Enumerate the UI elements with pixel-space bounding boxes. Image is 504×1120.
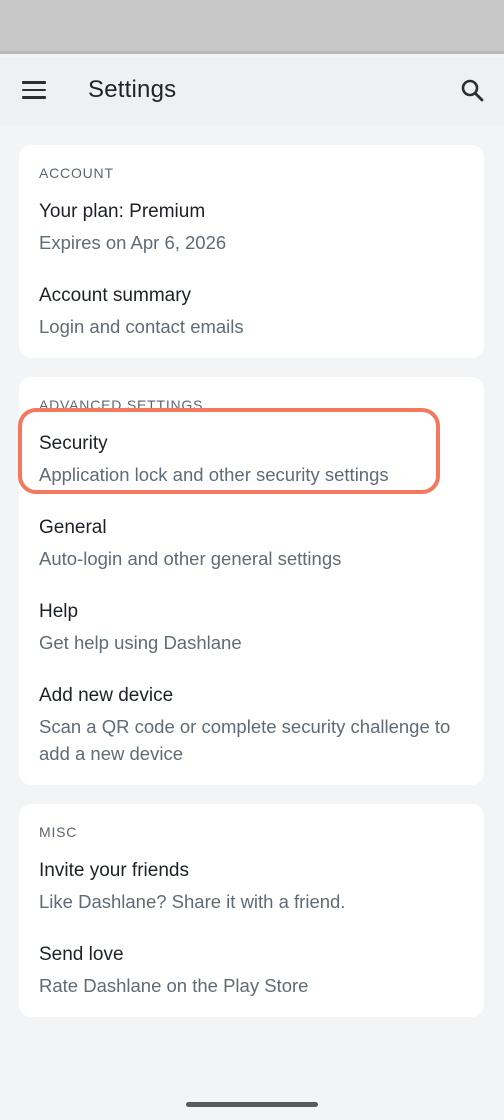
settings-item-send-love[interactable]: Send love Rate Dashlane on the Play Stor…: [39, 943, 464, 999]
item-title: Invite your friends: [39, 860, 189, 881]
item-title: Security: [39, 433, 108, 454]
item-subtitle: Login and contact emails: [39, 316, 244, 337]
settings-list: ACCOUNT Your plan: Premium Expires on Ap…: [18, 145, 484, 1036]
hamburger-menu-icon[interactable]: [22, 81, 46, 99]
account-section: ACCOUNT Your plan: Premium Expires on Ap…: [19, 145, 484, 358]
item-title: Your plan: Premium: [39, 201, 206, 222]
settings-item-security[interactable]: Security Application lock and other secu…: [18, 408, 464, 494]
item-title: Add new device: [39, 685, 174, 706]
item-subtitle: Get help using Dashlane: [39, 632, 242, 653]
item-title: Help: [39, 601, 79, 622]
settings-item-help[interactable]: Help Get help using Dashlane: [39, 600, 464, 656]
advanced-settings-section: ADVANCED SETTINGS Security Application l…: [18, 377, 484, 785]
settings-item-invite-friends[interactable]: Invite your friends Like Dashlane? Share…: [39, 859, 464, 915]
settings-item-general[interactable]: General Auto-login and other general set…: [39, 516, 464, 572]
item-title: Send love: [39, 944, 124, 965]
item-subtitle: Rate Dashlane on the Play Store: [39, 975, 309, 996]
item-subtitle: Expires on Apr 6, 2026: [39, 232, 227, 253]
app-bar: Settings: [0, 57, 504, 125]
status-bar: [0, 0, 504, 54]
search-icon[interactable]: [459, 77, 487, 105]
section-label-advanced: ADVANCED SETTINGS: [39, 397, 204, 413]
item-subtitle: Auto-login and other general settings: [39, 548, 342, 569]
home-indicator[interactable]: [186, 1102, 318, 1107]
section-label-misc: MISC: [39, 824, 78, 840]
item-title: Account summary: [39, 285, 192, 306]
item-subtitle: Scan a QR code or complete security chal…: [39, 716, 451, 764]
settings-item-plan[interactable]: Your plan: Premium Expires on Apr 6, 202…: [39, 200, 464, 256]
misc-section: MISC Invite your friends Like Dashlane? …: [19, 804, 484, 1017]
settings-item-add-device[interactable]: Add new device Scan a QR code or complet…: [39, 684, 464, 767]
settings-item-account-summary[interactable]: Account summary Login and contact emails: [39, 284, 464, 340]
item-subtitle: Like Dashlane? Share it with a friend.: [39, 891, 346, 912]
page-title: Settings: [88, 76, 177, 103]
item-subtitle: Application lock and other security sett…: [39, 464, 389, 485]
section-label-account: ACCOUNT: [39, 165, 114, 181]
item-title: General: [39, 517, 107, 538]
